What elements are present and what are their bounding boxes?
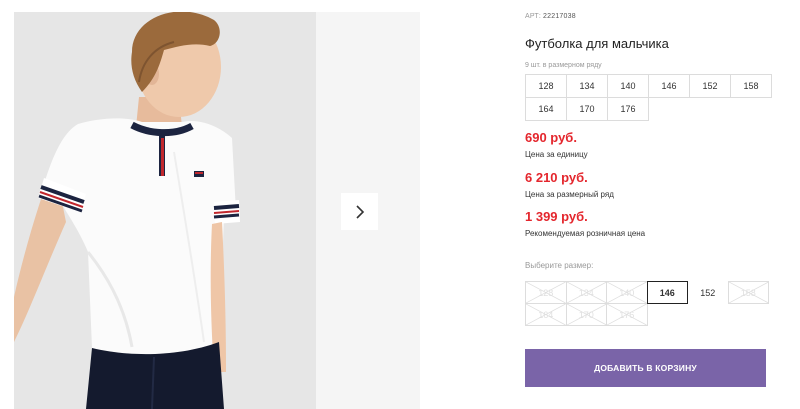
size-option-152[interactable]: 152 <box>687 281 729 304</box>
next-photo-button[interactable] <box>341 193 378 230</box>
size-picker-grid: 128 134 140 146 152 158 164 170 176 <box>525 281 769 326</box>
choose-size-label: Выберите размер: <box>525 261 594 270</box>
product-photo[interactable] <box>14 12 316 409</box>
size-row-cell: 134 <box>566 74 608 98</box>
size-row-cell: 176 <box>607 97 649 121</box>
size-row-count: 9 шт. в размерном ряду <box>525 62 602 69</box>
article-label: АРТ: <box>525 13 542 20</box>
size-row-cell: 128 <box>525 74 567 98</box>
size-option-164: 164 <box>525 303 567 326</box>
size-row-cell: 146 <box>648 74 690 98</box>
size-row-cell: 170 <box>566 97 608 121</box>
chevron-right-icon <box>355 204 364 219</box>
size-row-grid: 128 134 140 146 152 158 164 170 176 <box>525 74 772 121</box>
size-option-170: 170 <box>565 303 607 326</box>
size-option-label: 146 <box>659 287 675 298</box>
size-option-label: 128 <box>538 287 554 298</box>
size-option-label: 170 <box>578 309 594 320</box>
article-value: 22217038 <box>543 13 576 20</box>
size-option-146[interactable]: 146 <box>646 281 688 304</box>
size-row-cell: 152 <box>689 74 731 98</box>
size-option-label: 164 <box>538 309 554 320</box>
size-row-cell: 158 <box>730 74 772 98</box>
size-option-128: 128 <box>525 281 567 304</box>
row-price-label: Цена за размерный ряд <box>525 190 614 199</box>
size-option-176: 176 <box>606 303 648 326</box>
add-to-cart-button[interactable]: ДОБАВИТЬ В КОРЗИНУ <box>525 349 766 387</box>
size-option-label: 176 <box>619 309 635 320</box>
unit-price: 690 руб. <box>525 130 577 145</box>
product-title: Футболка для мальчика <box>525 36 669 51</box>
size-option-label: 158 <box>740 287 756 298</box>
size-option-label: 152 <box>700 287 716 298</box>
retail-price: 1 399 руб. <box>525 209 588 224</box>
size-row-cell: 164 <box>525 97 567 121</box>
size-option-158: 158 <box>727 281 769 304</box>
boy-tshirt-illustration <box>14 12 316 409</box>
article-number: АРТ: 22217038 <box>525 13 576 20</box>
row-price: 6 210 руб. <box>525 170 588 185</box>
size-option-140: 140 <box>606 281 648 304</box>
size-option-label: 140 <box>619 287 635 298</box>
unit-price-label: Цена за единицу <box>525 150 588 159</box>
size-option-134: 134 <box>565 281 607 304</box>
product-gallery <box>0 0 420 409</box>
retail-price-label: Рекомендуемая розничная цена <box>525 229 646 238</box>
size-option-label: 134 <box>578 287 594 298</box>
size-row-cell: 140 <box>607 74 649 98</box>
